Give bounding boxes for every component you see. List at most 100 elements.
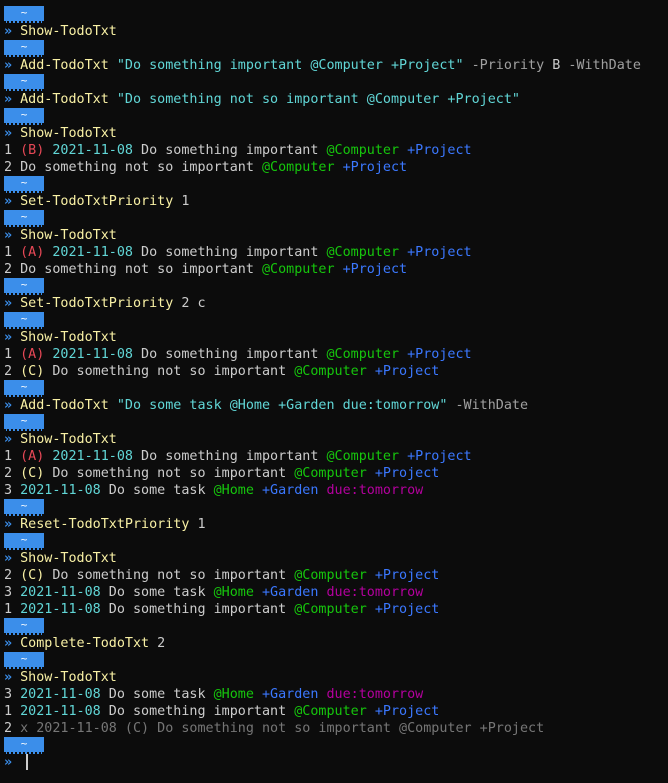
output-line: 3 2021-11-08 Do some task @Home +Garden … (4, 584, 668, 601)
prompt-arrow-icon: » (4, 636, 13, 651)
input-line[interactable]: » (4, 754, 668, 771)
output-text: (A) (20, 245, 45, 260)
output-line: 3 2021-11-08 Do some task @Home +Garden … (4, 482, 668, 499)
output-text: +Garden (262, 687, 319, 702)
prompt-arrow-icon: » (4, 228, 13, 243)
command-text: Set-TodoTxtPriority (20, 194, 174, 209)
output-text: +Project (374, 568, 440, 583)
text-cursor[interactable] (26, 754, 29, 770)
output-text: Do something not so important (44, 466, 295, 481)
output-text: Do some task (100, 687, 214, 702)
prompt-location-line: ~ (4, 74, 668, 91)
output-text: 2021-11-08 (52, 143, 133, 158)
output-line: 1 (A) 2021-11-08 Do something important … (4, 448, 668, 465)
output-text: due:tomorrow (326, 687, 424, 702)
output-text: 2 (4, 721, 21, 736)
prompt-path-badge: ~ (4, 312, 44, 329)
output-text: @Computer (294, 602, 367, 617)
command-text: Complete-TodoTxt (20, 636, 150, 651)
command-line: » Add-TodoTxt "Do something not so impor… (4, 91, 668, 108)
command-text: "Do something not so important @Computer… (108, 92, 520, 107)
output-text: 1 (4, 347, 21, 362)
output-text: @Home (213, 483, 254, 498)
command-text: Add-TodoTxt (20, 92, 109, 107)
command-text: Show-TodoTxt (20, 228, 117, 243)
prompt-path-badge: ~ (4, 278, 44, 295)
prompt-arrow-icon: » (4, 517, 13, 532)
prompt-path-badge: ~ (4, 737, 44, 754)
prompt-location-line: ~ (4, 737, 668, 754)
prompt-arrow-icon: » (4, 551, 13, 566)
output-line: 2 Do something not so important @Compute… (4, 261, 668, 278)
prompt-arrow-icon: » (4, 194, 13, 209)
prompt-location-line: ~ (4, 278, 668, 295)
output-text: 2021-11-08 (20, 704, 101, 719)
output-text: @Computer (294, 568, 367, 583)
output-text: 3 (4, 483, 21, 498)
command-line: » Show-TodoTxt (4, 23, 668, 40)
output-text: x 2021-11-08 (C) Do something not so imp… (20, 721, 545, 736)
output-text: +Garden (262, 483, 319, 498)
command-line: » Show-TodoTxt (4, 431, 668, 448)
output-text: due:tomorrow (326, 483, 424, 498)
prompt-path-badge: ~ (4, 652, 44, 669)
output-text: Do something important (133, 347, 327, 362)
output-text: @Computer (261, 160, 335, 175)
output-text: Do some task (100, 483, 214, 498)
output-text: 3 (4, 585, 21, 600)
command-text: Show-TodoTxt (20, 24, 117, 39)
command-text: 2 (149, 636, 166, 651)
output-text: 2 Do something not so important (4, 262, 262, 277)
command-text: "Do some task @Home +Garden due:tomorrow… (108, 398, 448, 413)
output-line: 2 Do something not so important @Compute… (4, 159, 668, 176)
command-line: » Show-TodoTxt (4, 329, 668, 346)
output-text: 2021-11-08 (52, 449, 133, 464)
command-line: » Add-TodoTxt "Do some task @Home +Garde… (4, 397, 668, 414)
output-text: 2021-11-08 (20, 687, 101, 702)
prompt-arrow-icon: » (4, 432, 13, 447)
output-text: (A) (20, 347, 45, 362)
command-text: -Priority (463, 58, 545, 73)
output-line: 1 2021-11-08 Do something important @Com… (4, 601, 668, 618)
command-text: 1 (189, 517, 206, 532)
command-text: Add-TodoTxt (20, 398, 109, 413)
output-line: 2 x 2021-11-08 (C) Do something not so i… (4, 720, 668, 737)
prompt-path-badge: ~ (4, 618, 44, 635)
prompt-location-line: ~ (4, 380, 668, 397)
output-text: Do something not so important (44, 568, 295, 583)
command-line: » Show-TodoTxt (4, 550, 668, 567)
terminal-window[interactable]: ~» Show-TodoTxt ~» Add-TodoTxt "Do someth… (0, 0, 668, 783)
command-line: » Complete-TodoTxt 2 (4, 635, 668, 652)
prompt-location-line: ~ (4, 40, 668, 57)
command-text: Show-TodoTxt (20, 432, 117, 447)
output-text: 2 (4, 466, 21, 481)
command-text: Add-TodoTxt (20, 58, 109, 73)
prompt-arrow-icon: » (4, 58, 13, 73)
output-text: +Project (374, 466, 440, 481)
output-text: 2 Do something not so important (4, 160, 262, 175)
command-line: » Reset-TodoTxtPriority 1 (4, 516, 668, 533)
output-text: Do something important (100, 704, 295, 719)
output-text: (B) (20, 143, 45, 158)
output-text: 1 (4, 143, 21, 158)
prompt-arrow-icon: » (4, 92, 13, 107)
command-text: Set-TodoTxtPriority (20, 296, 174, 311)
prompt-location-line: ~ (4, 176, 668, 193)
prompt-path-badge: ~ (4, 6, 44, 23)
output-text: Do something important (133, 143, 327, 158)
command-text: Show-TodoTxt (20, 551, 117, 566)
output-text: 2 (4, 568, 21, 583)
prompt-path-badge: ~ (4, 414, 44, 431)
output-text: 2021-11-08 (52, 347, 133, 362)
command-text: -WithDate (560, 58, 641, 73)
command-text: 1 (173, 194, 190, 209)
prompt-arrow-icon: » (4, 398, 13, 413)
